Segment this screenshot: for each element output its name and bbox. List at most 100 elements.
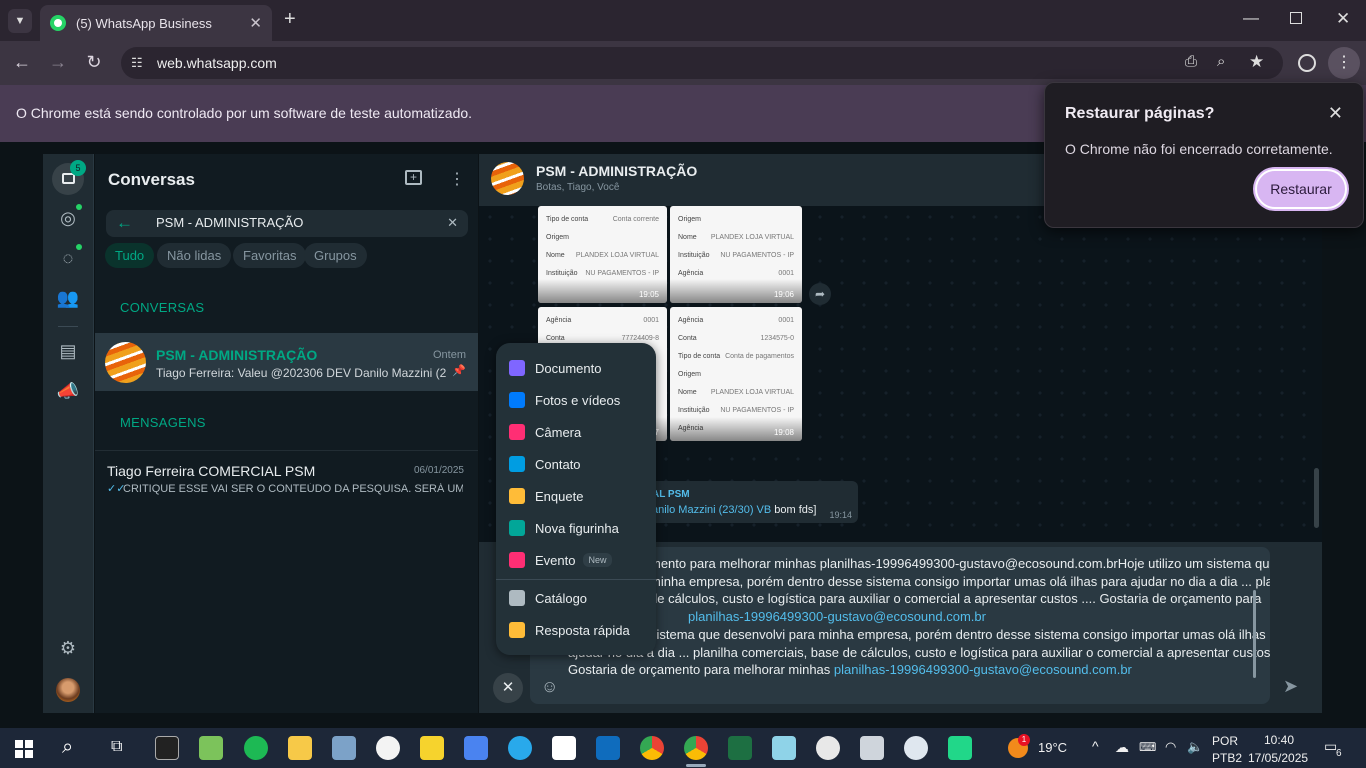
game-icon[interactable] — [904, 736, 928, 760]
telegram-icon[interactable] — [508, 736, 532, 760]
bookmark-star-icon[interactable]: ★ — [1249, 52, 1264, 72]
status-icon[interactable]: ◎ — [56, 206, 80, 230]
calculator-icon[interactable] — [860, 736, 884, 760]
dialog-title: Restaurar páginas? — [1065, 105, 1215, 122]
catalog-icon[interactable]: ▤ — [56, 339, 80, 363]
chat-scrollbar[interactable] — [1314, 468, 1319, 528]
file-explorer-icon[interactable] — [288, 736, 312, 760]
channels-icon[interactable]: ◌ — [56, 246, 80, 270]
sticky-notes-icon[interactable] — [420, 736, 444, 760]
forward-icon-button[interactable]: ➦ — [809, 283, 831, 305]
forward-icon[interactable]: → — [46, 52, 70, 73]
outlook-icon[interactable] — [596, 736, 620, 760]
back-arrow-icon[interactable]: ← — [116, 213, 133, 233]
pushbullet-icon[interactable] — [464, 736, 488, 760]
restore-window-button[interactable] — [1290, 12, 1302, 24]
clock-app-icon[interactable] — [376, 736, 400, 760]
communities-icon[interactable]: 👥 — [56, 286, 80, 310]
attach-item-contato[interactable]: Contato — [496, 449, 656, 479]
lang-line-1[interactable]: POR — [1212, 734, 1238, 748]
zoom-icon[interactable]: ⌕ — [1217, 53, 1225, 70]
document-row: Conta 1234575-0 — [678, 335, 794, 342]
onedrive-icon[interactable]: ☁ — [1115, 739, 1129, 756]
attach-item-enquete[interactable]: Enquete — [496, 481, 656, 511]
settings-icon[interactable]: ⚙ — [56, 636, 80, 660]
start-icon[interactable] — [15, 740, 33, 758]
minimize-button[interactable]: — — [1243, 10, 1259, 28]
address-bar[interactable]: ☷ web.whatsapp.com ⎙ ⌕ ★ — [121, 47, 1283, 79]
document-preview[interactable]: Tipo de conta Conta corrente Origem Nome PLA… — [538, 206, 667, 303]
terminal-icon[interactable] — [155, 736, 179, 760]
reload-icon[interactable]: ↻ — [82, 52, 106, 73]
document-preview[interactable]: Origem Nome PLANDEX LOJA VIRTUAL Instituiçã… — [670, 206, 802, 303]
filter-favoritas[interactable]: Favoritas — [233, 243, 307, 268]
compose-link-2[interactable]: planilhas-19996499300-gustavo@ecosound.c… — [834, 662, 1132, 677]
install-app-icon[interactable]: ⎙ — [1185, 53, 1197, 70]
site-info-icon[interactable]: ☷ — [131, 55, 143, 71]
status-dot — [76, 204, 82, 210]
search-input[interactable]: ← PSM - ADMINISTRAÇÃO ✕ — [106, 210, 468, 237]
bubble-text-line: anilo Mazzini (23/30) VB bom fds] — [652, 504, 816, 516]
filter-grupos[interactable]: Grupos — [304, 243, 367, 268]
filter-tudo[interactable]: Tudo — [105, 243, 155, 268]
document-field-label: Tipo de conta — [546, 216, 589, 223]
attach-item-documento[interactable]: Documento — [496, 353, 656, 383]
photos-icon[interactable] — [332, 736, 356, 760]
document-field-value: 77724409-8 — [621, 335, 659, 342]
tab-close-icon[interactable]: ✕ — [249, 14, 262, 32]
compose-link-1[interactable]: planilhas-19996499300-gustavo@ecosound.c… — [688, 609, 986, 624]
attach-item-nova-figurinha[interactable]: Nova figurinha — [496, 513, 656, 543]
attach-item-cat-logo[interactable]: Catálogo — [496, 583, 656, 613]
send-icon[interactable]: ➤ — [1283, 676, 1298, 697]
wifi-icon[interactable]: ◠ — [1165, 739, 1176, 755]
notepad-icon[interactable] — [199, 736, 223, 760]
back-icon[interactable]: ← — [10, 52, 34, 73]
close-window-button[interactable]: ✕ — [1336, 9, 1350, 29]
document-preview[interactable]: Agência 0001 Conta 1234575-0 Tipo de conta Co… — [670, 307, 802, 441]
compose-scrollbar[interactable] — [1253, 590, 1256, 678]
message-result[interactable]: Tiago Ferreira COMERCIAL PSM 06/01/2025 … — [95, 450, 478, 510]
restore-button[interactable]: Restaurar — [1255, 169, 1347, 209]
clock-time[interactable]: 10:40 — [1264, 733, 1294, 747]
volume-icon[interactable]: 🔈 — [1187, 739, 1203, 755]
channels-dot — [76, 244, 82, 250]
clear-search-icon[interactable]: ✕ — [447, 215, 458, 231]
dialog-close-icon[interactable]: ✕ — [1328, 103, 1343, 124]
menu-dots-icon[interactable]: ⋮ — [1328, 47, 1360, 79]
app-icon[interactable] — [772, 736, 796, 760]
attach-item-evento[interactable]: Evento New — [496, 545, 656, 575]
profile-avatar[interactable] — [56, 678, 80, 702]
ads-icon[interactable]: 📣 — [56, 379, 80, 403]
bubble-link[interactable]: anilo Mazzini (23/30) VB — [652, 504, 771, 516]
paint-icon[interactable] — [816, 736, 840, 760]
input-icon[interactable]: ⌨ — [1139, 740, 1156, 754]
weather-temp[interactable]: 19°C — [1038, 740, 1067, 755]
attach-item-label: Contato — [535, 456, 581, 472]
attach-item-fotos-e-v-deos[interactable]: Fotos e vídeos — [496, 385, 656, 415]
chrome-icon[interactable] — [640, 736, 664, 760]
spotify-icon[interactable] — [244, 736, 268, 760]
tab-search-button[interactable]: ▼ — [8, 9, 32, 33]
browser-tab[interactable]: (5) WhatsApp Business ✕ — [40, 5, 272, 41]
attach-item-c-mera[interactable]: Câmera — [496, 417, 656, 447]
message-bubble[interactable]: AL PSM anilo Mazzini (23/30) VB bom fds]… — [640, 481, 858, 523]
document-row: Agência 0001 — [678, 270, 794, 277]
new-tab-button[interactable]: + — [284, 8, 296, 31]
task-view-icon[interactable]: ⧉ — [111, 738, 122, 756]
excel-icon[interactable] — [728, 736, 752, 760]
chrome-profile-icon[interactable] — [684, 736, 708, 760]
notification-count: 6 — [1336, 748, 1342, 759]
search-taskbar-icon[interactable]: ⌕ — [62, 736, 73, 759]
tray-expand-icon[interactable]: ^ — [1092, 738, 1099, 754]
sidebar-menu-icon[interactable]: ⋮ — [449, 169, 465, 189]
sticker-icon[interactable]: ☺ — [541, 677, 558, 697]
new-chat-icon[interactable]: + — [405, 170, 422, 185]
profile-icon[interactable] — [1298, 54, 1316, 72]
document-field-label: Origem — [678, 216, 701, 223]
conversation-item[interactable]: PSM - ADMINISTRAÇÃO Ontem Tiago Ferreira… — [95, 333, 478, 391]
filter-nao-lidas[interactable]: Não lidas — [157, 243, 232, 268]
close-attach-button[interactable]: ✕ — [493, 673, 523, 703]
chatgpt-icon[interactable] — [552, 736, 576, 760]
attach-item-resposta-r-pida[interactable]: Resposta rápida — [496, 615, 656, 645]
pycharm-icon[interactable] — [948, 736, 972, 760]
